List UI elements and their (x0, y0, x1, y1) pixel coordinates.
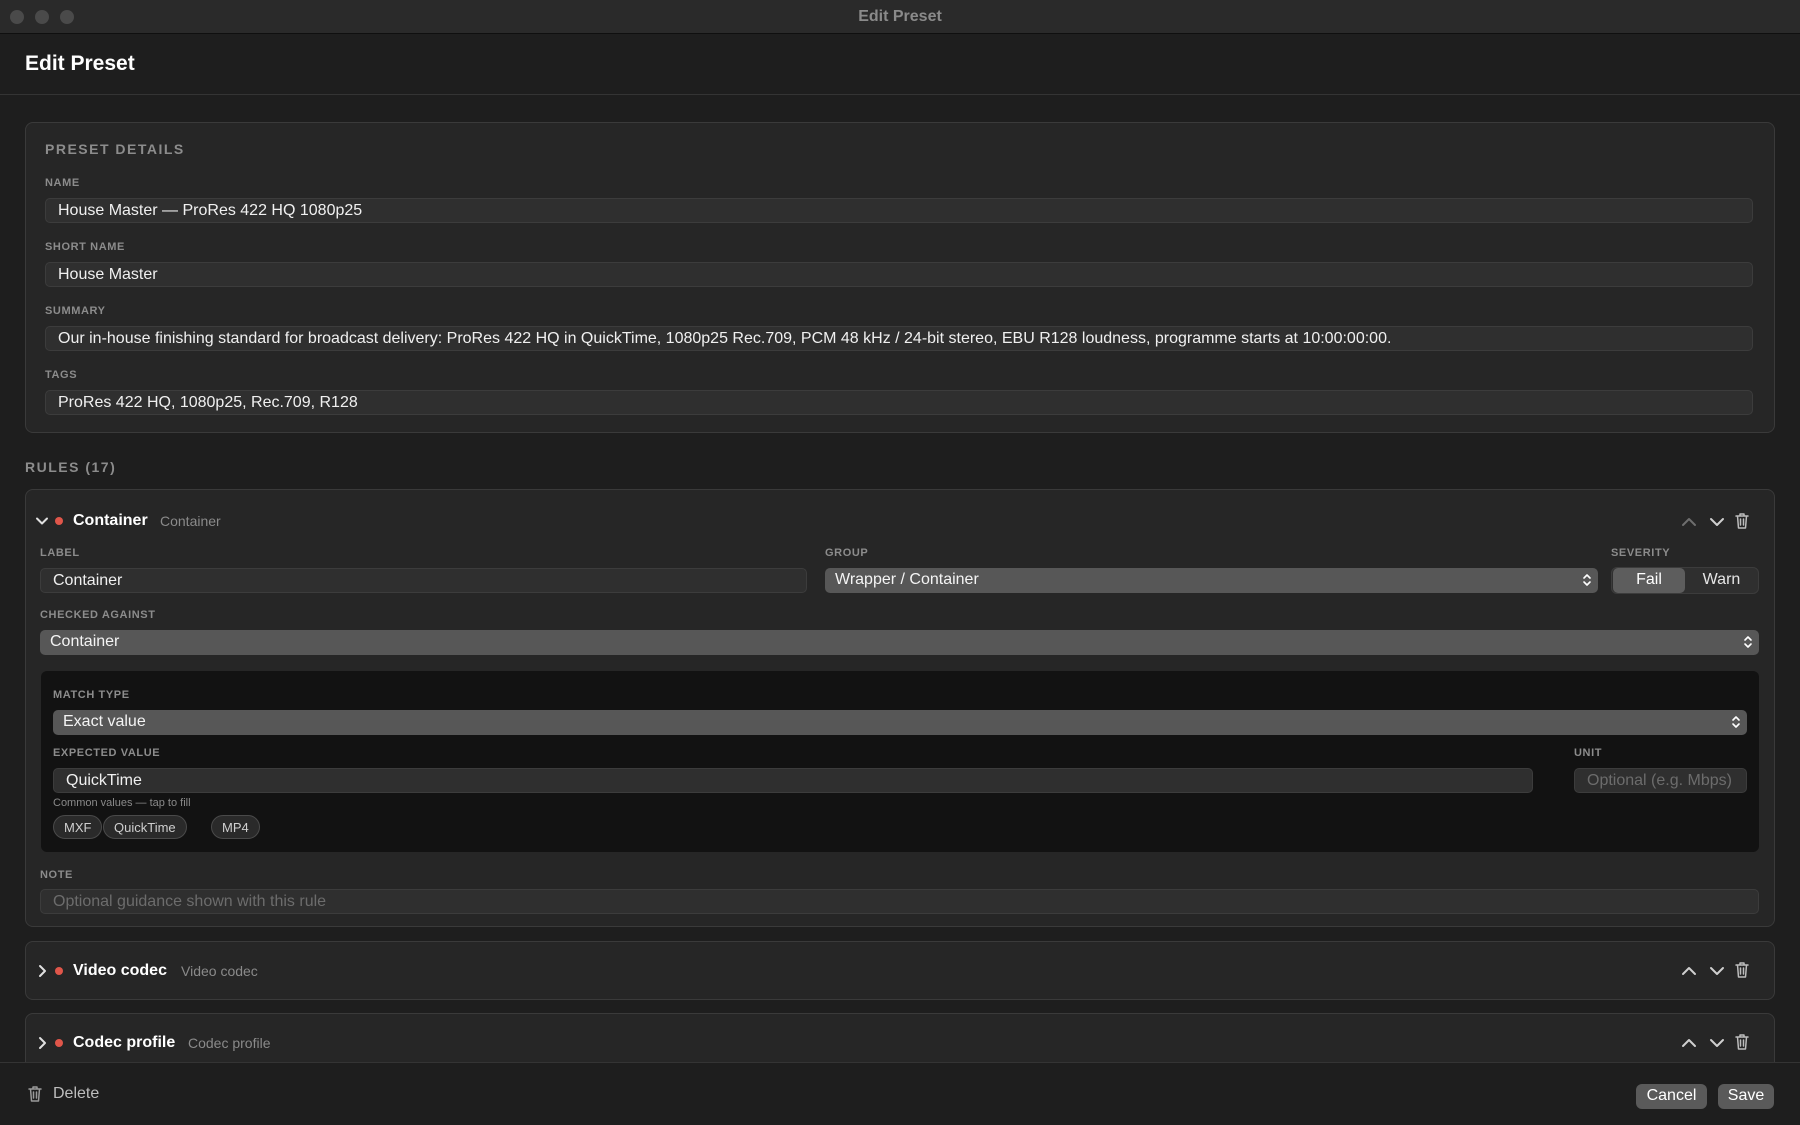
preset-details-heading: PRESET DETAILS (45, 141, 185, 157)
label-label: LABEL (40, 547, 80, 559)
trash-icon (1735, 513, 1749, 529)
delete-preset-button[interactable]: Delete (25, 1084, 105, 1106)
move-down-button[interactable] (1707, 961, 1727, 981)
rule-title: Video codec (73, 962, 167, 979)
preset-details-card: PRESET DETAILS NAME House Master — ProRe… (25, 122, 1775, 433)
rule-card-container: Container Container LABEL Container GROU… (25, 489, 1775, 927)
summary-field[interactable]: Our in-house finishing standard for broa… (45, 326, 1753, 351)
severity-dot (55, 517, 63, 525)
rules-heading: RULES (17) (25, 459, 117, 475)
move-down-button[interactable] (1707, 512, 1727, 532)
rule-title: Codec profile (73, 1034, 176, 1051)
footer-bar: Delete Cancel Save (0, 1062, 1800, 1125)
expected-value-field[interactable]: QuickTime (53, 768, 1533, 793)
unit-field[interactable]: Optional (e.g. Mbps) (1574, 768, 1747, 793)
page-title: Edit Preset (25, 52, 135, 75)
chevron-right-icon[interactable] (35, 1036, 49, 1050)
delete-rule-button[interactable] (1732, 960, 1752, 980)
checked-against-label: CHECKED AGAINST (40, 609, 156, 621)
group-select[interactable]: Wrapper / Container (825, 568, 1598, 593)
note-field[interactable]: Optional guidance shown with this rule (40, 889, 1759, 914)
chevron-right-icon[interactable] (35, 964, 49, 978)
updown-icon (1744, 636, 1752, 648)
scroll-content[interactable]: PRESET DETAILS NAME House Master — ProRe… (0, 96, 1800, 1062)
chevron-up-icon (1682, 1039, 1696, 1047)
common-values-hint: Common values — tap to fill (53, 797, 191, 809)
trash-icon (1735, 1034, 1749, 1050)
match-settings-box: MATCH TYPE Exact value EXPECTED VALUE Qu… (41, 671, 1759, 852)
match-type-select[interactable]: Exact value (53, 710, 1747, 735)
common-value-chip[interactable]: QuickTime (103, 815, 187, 839)
summary-label: SUMMARY (45, 305, 106, 317)
trash-icon (28, 1086, 42, 1102)
severity-warn-option[interactable]: Warn (1685, 568, 1758, 593)
rule-card-codec-profile[interactable]: Codec profile Codec profile (25, 1013, 1775, 1062)
severity-dot (55, 1039, 63, 1047)
chevron-up-icon (1682, 518, 1696, 526)
trash-icon (1735, 962, 1749, 978)
chevron-up-icon (1682, 967, 1696, 975)
move-up-button[interactable] (1679, 1033, 1699, 1053)
tags-field[interactable]: ProRes 422 HQ, 1080p25, Rec.709, R128 (45, 390, 1753, 415)
move-down-button[interactable] (1707, 1033, 1727, 1053)
chevron-down-icon (1710, 1039, 1724, 1047)
delete-label: Delete (53, 1085, 100, 1102)
match-type-value: Exact value (63, 713, 146, 730)
window-title: Edit Preset (858, 8, 942, 25)
rule-title: Container (73, 512, 148, 529)
severity-segmented-control: Fail Warn (1611, 567, 1759, 594)
name-label: NAME (45, 177, 80, 189)
save-button[interactable]: Save (1718, 1084, 1774, 1109)
rule-card-video-codec[interactable]: Video codec Video codec (25, 941, 1775, 1000)
unit-label: UNIT (1574, 747, 1603, 759)
common-value-chip[interactable]: MP4 (211, 815, 260, 839)
title-bar: Edit Preset (0, 0, 1800, 34)
severity-dot (55, 967, 63, 975)
tags-label: TAGS (45, 369, 78, 381)
delete-rule-button[interactable] (1732, 1032, 1752, 1052)
rule-subtitle: Container (160, 513, 221, 529)
expected-value-label: EXPECTED VALUE (53, 747, 161, 759)
move-up-button[interactable] (1679, 512, 1699, 532)
chevron-down-icon (1710, 518, 1724, 526)
checked-against-value: Container (50, 633, 120, 650)
rule-subtitle: Codec profile (188, 1035, 271, 1051)
move-up-button[interactable] (1679, 961, 1699, 981)
cancel-button[interactable]: Cancel (1636, 1084, 1707, 1109)
group-label: GROUP (825, 547, 869, 559)
chevron-down-icon[interactable] (35, 514, 49, 528)
checked-against-select[interactable]: Container (40, 630, 1759, 655)
updown-icon (1583, 574, 1591, 586)
severity-fail-option[interactable]: Fail (1613, 568, 1685, 593)
note-label: NOTE (40, 869, 73, 881)
group-select-value: Wrapper / Container (835, 571, 979, 588)
chevron-down-icon (1710, 967, 1724, 975)
rule-label-field[interactable]: Container (40, 568, 807, 593)
page-header: Edit Preset (0, 35, 1800, 95)
delete-rule-button[interactable] (1732, 511, 1752, 531)
common-value-chip[interactable]: MXF (53, 815, 103, 839)
short-name-field[interactable]: House Master (45, 262, 1753, 287)
edit-preset-window: Edit Preset Edit Preset PRESET DETAILS N… (0, 0, 1800, 1125)
name-field[interactable]: House Master — ProRes 422 HQ 1080p25 (45, 198, 1753, 223)
severity-label: SEVERITY (1611, 547, 1671, 559)
rule-subtitle: Video codec (181, 963, 258, 979)
updown-icon (1732, 716, 1740, 728)
match-type-label: MATCH TYPE (53, 689, 130, 701)
short-name-label: SHORT NAME (45, 241, 125, 253)
